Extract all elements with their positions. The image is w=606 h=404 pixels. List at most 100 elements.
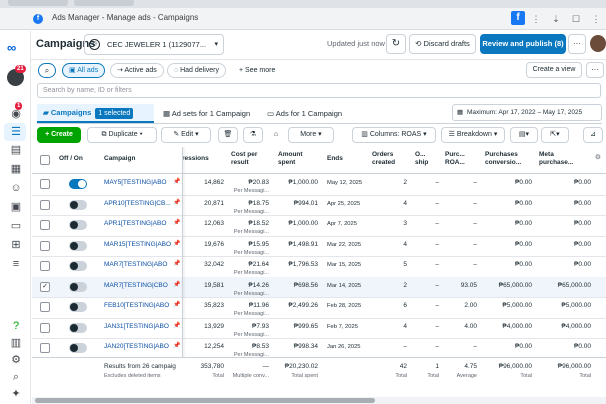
account-selector[interactable]: ◎ CEC JEWELER 1 (1129077... ▾	[84, 34, 224, 55]
share-icon[interactable]: ⋮	[589, 12, 603, 26]
search-icon[interactable]: ⌕	[8, 370, 24, 384]
more-icon[interactable]: ⋮	[529, 12, 543, 26]
catalog-icon[interactable]: ▣	[8, 200, 24, 214]
tab-ad-sets[interactable]: ▦ Ad sets for 1 Campaign	[163, 104, 263, 123]
edit-button[interactable]: ✎ Edit ▾	[161, 127, 211, 143]
col-cost-per-result[interactable]: Cost per result	[231, 151, 269, 167]
campaign-name-link[interactable]: JAN20[TESTING|ABO	[104, 343, 172, 351]
pin-icon[interactable]: 📌	[173, 178, 180, 185]
col-ownership[interactable]: O... ship	[415, 151, 437, 167]
filter-had-delivery[interactable]: ◌ Had delivery	[167, 63, 227, 78]
campaign-name-link[interactable]: MAY5[TESTING|ABO	[104, 179, 172, 187]
filter-all-ads[interactable]: ▣ All ads	[62, 63, 106, 78]
table-row[interactable]: ✓ MAR7[TESTING|CBO 📌 19,581 ₱14.26 ₱698.56 Mar…	[32, 276, 606, 298]
selected-count-badge[interactable]: 1 selected	[95, 108, 134, 119]
pin-icon[interactable]: 📌	[173, 260, 180, 267]
row-checkbox[interactable]: ✓	[40, 281, 50, 292]
tab-campaigns[interactable]: ▰ Campaigns 1 selected	[37, 104, 154, 123]
col-purchases-conversion[interactable]: Purchases conversio...	[485, 151, 533, 167]
campaign-toggle[interactable]	[69, 343, 87, 353]
discard-drafts-button[interactable]: ⟲ Discard drafts	[409, 34, 476, 54]
scrollbar-thumb[interactable]	[35, 398, 375, 403]
campaign-toggle[interactable]	[69, 322, 87, 333]
row-checkbox[interactable]	[40, 199, 50, 210]
table-row[interactable]: MAR15[TESTING|ABO 📌 19,676 ₱15.95 ₱1,498.91 M…	[32, 236, 606, 257]
see-more-filters[interactable]: + See more	[232, 63, 282, 78]
pin-icon[interactable]: 📌	[173, 219, 180, 226]
campaign-name-link[interactable]: MAR7[TESTING|CBO	[104, 282, 172, 290]
row-checkbox[interactable]	[40, 322, 50, 333]
row-checkbox[interactable]	[40, 261, 50, 271]
row-checkbox[interactable]	[40, 179, 50, 189]
campaign-name-link[interactable]: FEB10[TESTING|ABO	[104, 302, 172, 310]
events-icon[interactable]: ⊞	[8, 238, 24, 252]
campaign-toggle[interactable]	[69, 261, 87, 271]
browser-tab[interactable]	[74, 0, 134, 6]
pin-icon[interactable]: 📌	[173, 240, 180, 247]
campaign-name-link[interactable]: MAR15[TESTING|ABO	[104, 241, 172, 249]
campaign-toggle[interactable]	[69, 199, 87, 210]
col-amount-spent[interactable]: Amount spent	[278, 151, 314, 167]
report-icon[interactable]: ▥	[8, 336, 24, 350]
col-purchase-roas[interactable]: Purc... ROA...	[445, 151, 473, 167]
col-ends[interactable]: Ends	[327, 155, 343, 163]
table-row[interactable]: MAY5[TESTING|ABO 📌 14,862 ₱20.83 ₱1,000.00 Ma…	[32, 174, 606, 196]
create-button[interactable]: + Create	[37, 127, 81, 143]
date-range-picker[interactable]: ▦ Maximum: Apr 17, 2022 – May 17, 2025	[452, 104, 602, 121]
table-row[interactable]: JAN31[TESTING|ABO 📌 13,929 ₱7.93 ₱999.65 Feb …	[32, 318, 606, 339]
campaign-toggle[interactable]	[69, 220, 87, 230]
campaign-toggle[interactable]	[69, 281, 87, 292]
search-input[interactable]: Search by name, ID or filters	[37, 83, 601, 98]
ab-test-button[interactable]: ⚗	[243, 127, 263, 143]
column-settings-icon[interactable]: ⚙	[595, 154, 601, 162]
campaign-name-link[interactable]: JAN31[TESTING|ABO	[104, 323, 172, 331]
row-checkbox[interactable]	[40, 220, 50, 230]
reports-button[interactable]: ▤▾	[510, 127, 538, 143]
analytics-icon[interactable]: ▦	[8, 162, 24, 176]
user-avatar[interactable]	[590, 35, 606, 52]
horizontal-scrollbar[interactable]	[32, 397, 606, 404]
create-view-button[interactable]: Create a view	[526, 62, 582, 78]
col-campaign[interactable]: Campaign	[104, 155, 135, 163]
col-off-on[interactable]: Off / On	[59, 155, 83, 163]
duplicate-button[interactable]: ⧉ Duplicate ▾	[87, 127, 157, 143]
row-checkbox[interactable]	[40, 240, 50, 251]
col-impressions[interactable]: ressions	[182, 155, 209, 163]
pin-icon[interactable]: 📌	[173, 322, 180, 329]
campaign-name-link[interactable]: APR1[TESTING|ABO	[104, 220, 172, 228]
row-checkbox[interactable]	[40, 343, 50, 353]
search-toggle-button[interactable]: ⌕	[38, 63, 56, 78]
pages-icon[interactable]: ▤	[8, 143, 24, 157]
table-row[interactable]: APR1[TESTING|ABO 📌 12,063 ₱18.52 ₱1,000.00 Ap…	[32, 215, 606, 237]
header-more-button[interactable]: ···	[568, 34, 586, 54]
facebook-extension-icon[interactable]: f	[511, 11, 525, 25]
table-row[interactable]: APR10[TESTING|CB... 📌 20,871 ₱18.75 ₱994.01 A…	[32, 195, 606, 216]
table-row[interactable]: FEB10[TESTING|ABO 📌 35,823 ₱11.96 ₱2,499.26 F…	[32, 297, 606, 319]
pin-icon[interactable]: 📌	[173, 301, 180, 308]
campaign-toggle[interactable]	[69, 240, 87, 251]
tag-button[interactable]: ⌂	[266, 127, 286, 143]
columns-button[interactable]: ▥ Columns: ROAS ▾	[352, 127, 436, 143]
filter-more-button[interactable]: ···	[586, 62, 604, 78]
campaign-name-link[interactable]: MAR7[TESTING|ABO	[104, 261, 172, 269]
campaign-toggle[interactable]	[69, 179, 87, 189]
bookmark-icon[interactable]: ☐	[569, 12, 583, 26]
delete-button[interactable]: 🗑	[218, 127, 238, 143]
pin-icon[interactable]: 📌	[173, 281, 180, 288]
pin-icon[interactable]: 📌	[173, 199, 180, 206]
more-actions-button[interactable]: More ▾	[288, 127, 334, 143]
billing-icon[interactable]: ▭	[8, 219, 24, 233]
bug-report-icon[interactable]: ✦	[8, 387, 24, 401]
audiences-icon[interactable]: ☺	[8, 181, 24, 195]
chart-button[interactable]: ⊿	[583, 127, 603, 143]
settings-gear-icon[interactable]: ⚙	[8, 353, 24, 367]
download-icon[interactable]: ⇣	[549, 12, 563, 26]
export-button[interactable]: ⇱▾	[541, 127, 569, 143]
tab-ads[interactable]: ▭ Ads for 1 Campaign	[267, 104, 367, 123]
col-meta-purchase[interactable]: Meta purchase...	[539, 151, 587, 167]
help-icon[interactable]: ?	[8, 319, 24, 333]
table-row[interactable]: MAR7[TESTING|ABO 📌 32,042 ₱21.64 ₱1,796.53 Ma…	[32, 256, 606, 278]
campaign-name-link[interactable]: APR10[TESTING|CB...	[104, 200, 172, 208]
col-orders-created[interactable]: Orders created	[372, 151, 402, 167]
all-tools-menu-icon[interactable]: ≡	[8, 257, 24, 271]
